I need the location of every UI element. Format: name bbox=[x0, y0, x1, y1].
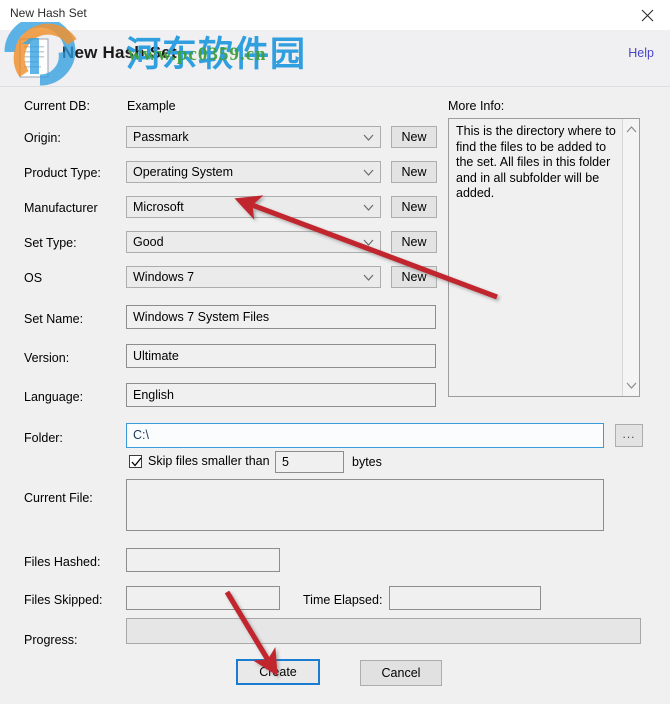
product-type-new-button[interactable]: New bbox=[391, 161, 437, 183]
os-label: OS bbox=[24, 271, 43, 285]
more-info-scrollbar[interactable] bbox=[622, 119, 639, 396]
set-name-value: Windows 7 System Files bbox=[133, 310, 270, 324]
chevron-down-icon bbox=[363, 169, 374, 176]
progress-label: Progress: bbox=[24, 633, 78, 647]
time-elapsed-label: Time Elapsed: bbox=[303, 593, 383, 607]
files-skipped-display bbox=[126, 586, 280, 610]
close-button[interactable] bbox=[624, 0, 670, 30]
page-title: New Hash Set bbox=[62, 43, 177, 62]
files-hashed-label: Files Hashed: bbox=[24, 555, 101, 569]
set-name-input[interactable]: Windows 7 System Files bbox=[126, 305, 436, 329]
files-skipped-label: Files Skipped: bbox=[24, 593, 103, 607]
create-button[interactable]: Create bbox=[236, 659, 320, 685]
help-link[interactable]: Help bbox=[628, 46, 654, 60]
skip-files-checkbox[interactable]: Skip files smaller than bbox=[129, 454, 270, 468]
more-info-panel: This is the directory where to find the … bbox=[448, 118, 640, 397]
chevron-down-icon bbox=[363, 239, 374, 246]
browse-folder-button[interactable]: ... bbox=[615, 424, 643, 447]
product-type-value: Operating System bbox=[133, 165, 234, 179]
chevron-up-icon[interactable] bbox=[626, 125, 637, 134]
chevron-down-icon bbox=[363, 204, 374, 211]
language-input[interactable]: English bbox=[126, 383, 436, 407]
skip-size-input[interactable]: 5 bbox=[275, 451, 344, 473]
manufacturer-new-button[interactable]: New bbox=[391, 196, 437, 218]
skip-unit-label: bytes bbox=[352, 455, 382, 469]
document-hash-icon bbox=[19, 38, 49, 78]
more-info-text: This is the directory where to find the … bbox=[456, 124, 616, 200]
set-name-label: Set Name: bbox=[24, 312, 84, 326]
progress-bar bbox=[126, 618, 641, 644]
language-label: Language: bbox=[24, 390, 84, 404]
os-value: Windows 7 bbox=[133, 270, 195, 284]
set-type-new-button[interactable]: New bbox=[391, 231, 437, 253]
version-input[interactable]: Ultimate bbox=[126, 344, 436, 368]
dialog-banner: New Hash Set Help bbox=[0, 30, 670, 87]
origin-label: Origin: bbox=[24, 131, 61, 145]
close-icon bbox=[641, 9, 653, 21]
cancel-button[interactable]: Cancel bbox=[360, 660, 442, 686]
os-combobox[interactable]: Windows 7 bbox=[126, 266, 381, 288]
form-area: Current DB: Example Origin: Passmark New… bbox=[0, 87, 670, 704]
origin-combobox[interactable]: Passmark bbox=[126, 126, 381, 148]
folder-input[interactable]: C:\ bbox=[126, 423, 604, 448]
product-type-label: Product Type: bbox=[24, 166, 101, 180]
origin-value: Passmark bbox=[133, 130, 189, 144]
check-icon bbox=[131, 457, 142, 467]
skip-size-value: 5 bbox=[282, 455, 289, 469]
manufacturer-combobox[interactable]: Microsoft bbox=[126, 196, 381, 218]
folder-label: Folder: bbox=[24, 431, 63, 445]
chevron-down-icon[interactable] bbox=[626, 381, 637, 390]
version-label: Version: bbox=[24, 351, 70, 365]
window-title: New Hash Set bbox=[10, 6, 87, 20]
checkbox-box bbox=[129, 454, 142, 468]
manufacturer-label: Manufacturer bbox=[24, 201, 98, 215]
set-type-value: Good bbox=[133, 235, 164, 249]
folder-value: C:\ bbox=[133, 428, 149, 442]
more-info-label: More Info: bbox=[448, 99, 505, 113]
version-value: Ultimate bbox=[133, 349, 179, 363]
files-hashed-display bbox=[126, 548, 280, 572]
chevron-down-icon bbox=[363, 274, 374, 281]
product-type-combobox[interactable]: Operating System bbox=[126, 161, 381, 183]
skip-files-label: Skip files smaller than bbox=[148, 454, 270, 468]
current-file-display bbox=[126, 479, 604, 531]
current-db-label: Current DB: bbox=[24, 99, 90, 113]
title-bar: New Hash Set bbox=[0, 0, 670, 31]
set-type-label: Set Type: bbox=[24, 236, 77, 250]
set-type-combobox[interactable]: Good bbox=[126, 231, 381, 253]
current-file-label: Current File: bbox=[24, 491, 93, 505]
origin-new-button[interactable]: New bbox=[391, 126, 437, 148]
new-hash-set-dialog: New Hash Set New Hash Set Help Current D… bbox=[0, 0, 670, 704]
chevron-down-icon bbox=[363, 134, 374, 141]
time-elapsed-display bbox=[389, 586, 541, 610]
current-db-value: Example bbox=[127, 99, 176, 113]
os-new-button[interactable]: New bbox=[391, 266, 437, 288]
language-value: English bbox=[133, 388, 174, 402]
manufacturer-value: Microsoft bbox=[133, 200, 184, 214]
